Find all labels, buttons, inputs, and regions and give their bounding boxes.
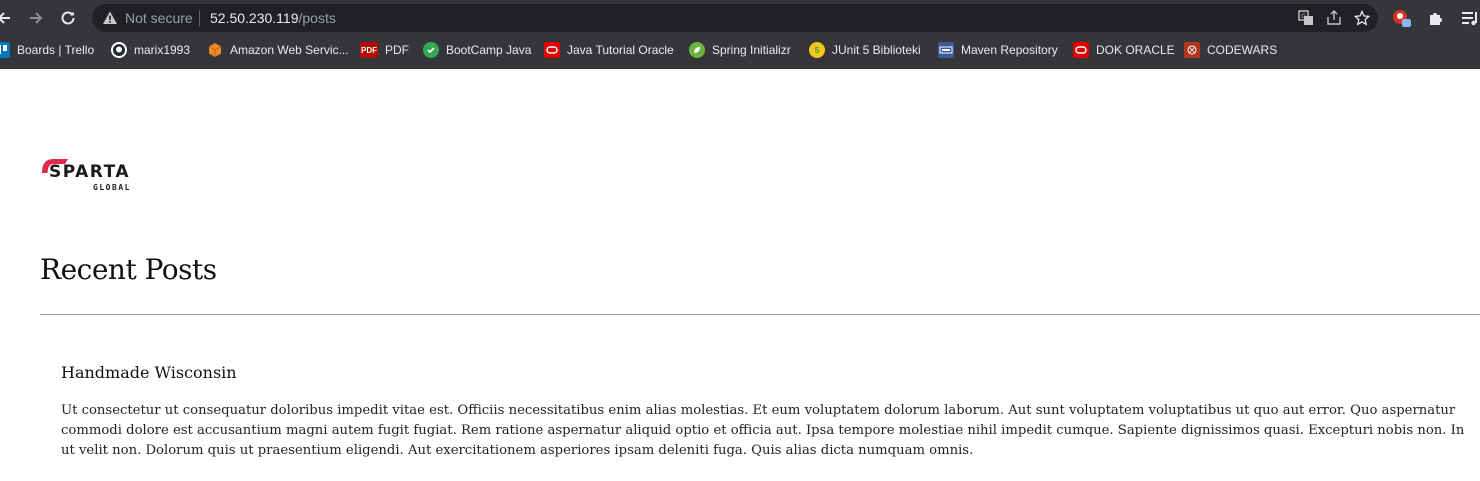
trello-icon <box>0 42 10 58</box>
bookmark-dok-oracle[interactable]: DOK ORACLE <box>1073 39 1175 61</box>
junit-icon: 5 <box>809 42 825 58</box>
page-content: SPARTA GLOBAL Recent Posts Handmade Wisc… <box>0 69 1480 481</box>
pdf-icon: PDF <box>360 42 378 58</box>
bookmark-label: Spring Initializr <box>712 43 791 57</box>
warning-icon[interactable] <box>102 10 118 26</box>
spring-icon <box>689 42 705 58</box>
bookmark-label: CODEWARS <box>1207 43 1278 57</box>
bookmark-label: JUnit 5 Biblioteki <box>832 43 921 57</box>
extensions-area <box>1390 6 1480 30</box>
oracle-icon <box>1073 42 1089 58</box>
browser-toolbar: Not secure 52.50.230.119/posts G <box>0 0 1480 36</box>
bookmark-label: BootCamp Java <box>446 43 532 57</box>
reload-button[interactable] <box>56 6 80 30</box>
aws-icon <box>207 42 223 58</box>
url-host: 52.50.230.119 <box>210 10 299 26</box>
page-title: Recent Posts <box>40 253 217 286</box>
bookmark-codewars[interactable]: CODEWARS <box>1184 39 1277 61</box>
reading-list-icon <box>1462 12 1477 26</box>
star-icon <box>1354 10 1370 26</box>
sparta-global-logo[interactable]: SPARTA GLOBAL <box>40 157 150 197</box>
post-card: Handmade Wisconsin Ut consectetur ut con… <box>61 363 1473 461</box>
logo-subtext: GLOBAL <box>93 183 131 192</box>
bookmark-bootcamp-java[interactable]: BootCamp Java <box>423 39 531 61</box>
translate-button[interactable]: G <box>1296 8 1316 28</box>
bookmark-label: Amazon Web Servic... <box>230 43 349 57</box>
bookmark-spring-initializr[interactable]: Spring Initializr <box>689 39 791 61</box>
bookmark-maven-repository[interactable]: Maven Repository <box>938 39 1058 61</box>
svg-text:G: G <box>1301 13 1306 20</box>
heading-divider <box>40 314 1480 315</box>
logo-wordmark: SPARTA <box>49 162 131 182</box>
reload-icon <box>61 11 75 25</box>
arrow-right-icon <box>30 12 43 24</box>
bookmark-junit[interactable]: 5 JUnit 5 Biblioteki <box>809 39 921 61</box>
bookmark-trello[interactable]: Boards | Trello <box>0 39 94 61</box>
bookmark-github[interactable]: marix1993 <box>111 39 190 61</box>
translate-icon: G <box>1298 10 1313 25</box>
arrow-left-icon <box>0 12 10 24</box>
bookmark-label: Boards | Trello <box>17 43 95 57</box>
profile-extension-icon <box>1393 10 1411 27</box>
bookmark-pdf[interactable]: PDF PDF <box>360 39 409 61</box>
bookmarks-bar: Boards | Trello marix1993 Amazon Web Ser… <box>0 37 1480 63</box>
github-icon <box>111 42 127 58</box>
puzzle-icon <box>1430 13 1442 25</box>
profile-extension-button[interactable] <box>1390 6 1414 30</box>
url-text[interactable]: 52.50.230.119/posts <box>210 10 336 26</box>
extensions-button[interactable] <box>1424 6 1448 30</box>
bookmark-label: PDF <box>385 43 409 57</box>
share-button[interactable] <box>1324 8 1344 28</box>
forward-button[interactable] <box>24 6 48 30</box>
bookmark-star-button[interactable] <box>1352 8 1372 28</box>
oracle-icon <box>544 42 560 58</box>
post-title[interactable]: Handmade Wisconsin <box>61 363 1473 382</box>
bookmark-label: marix1993 <box>134 43 191 57</box>
reading-list-button[interactable] <box>1458 6 1480 30</box>
bookmark-label: Maven Repository <box>961 43 1058 57</box>
bootcamp-icon <box>423 42 439 58</box>
bookmark-aws[interactable]: Amazon Web Servic... <box>207 39 349 61</box>
url-path: /posts <box>298 10 336 26</box>
address-bar-actions: G <box>1296 8 1372 28</box>
codewars-icon <box>1184 42 1200 58</box>
bookmark-label: DOK ORACLE <box>1096 43 1175 57</box>
bookmark-java-tutorial-oracle[interactable]: Java Tutorial Oracle <box>544 39 674 61</box>
address-separator <box>199 10 200 26</box>
bookmark-label: Java Tutorial Oracle <box>567 43 674 57</box>
back-button[interactable] <box>0 6 16 30</box>
share-icon <box>1327 10 1341 25</box>
security-label[interactable]: Not secure <box>125 10 193 26</box>
browser-chrome: Not secure 52.50.230.119/posts G Boards … <box>0 0 1480 69</box>
post-body: Ut consectetur ut consequatur doloribus … <box>61 403 1465 458</box>
address-bar[interactable]: Not secure 52.50.230.119/posts G <box>92 4 1378 32</box>
maven-icon <box>938 42 954 58</box>
